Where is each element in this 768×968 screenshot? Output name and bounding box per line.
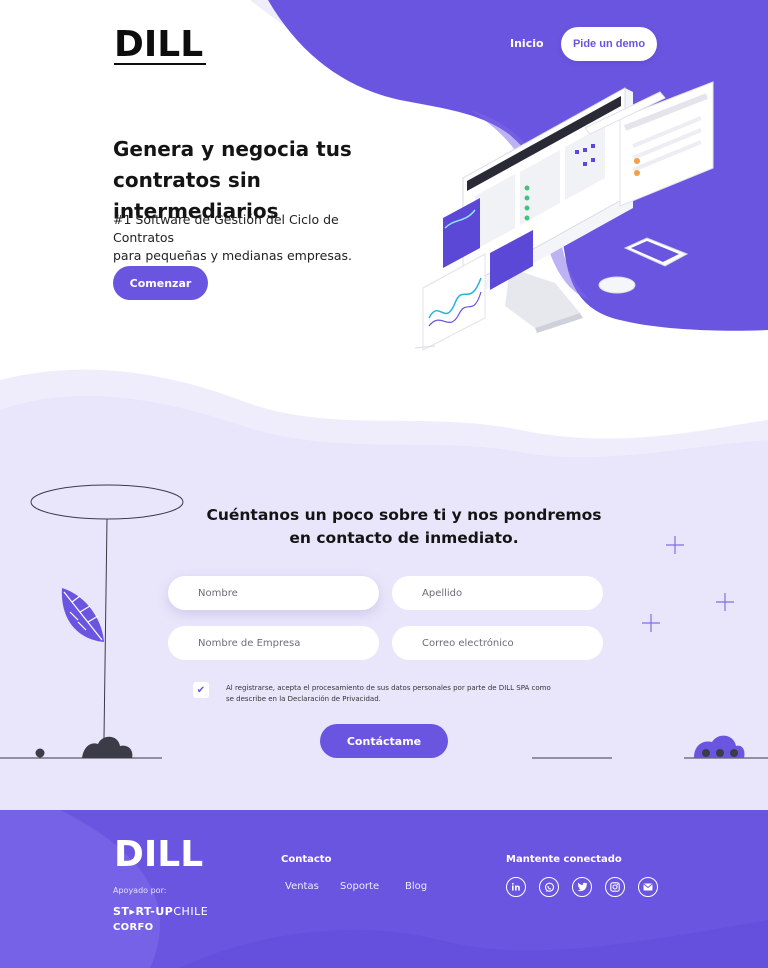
corfo-logo: CORFO <box>113 922 153 933</box>
footer-logo[interactable]: DILL <box>114 834 203 875</box>
consent-text-line1: Al registrarse, acepta el procesamiento … <box>226 684 551 692</box>
supported-by-label: Apoyado por: <box>113 886 167 895</box>
startup-chile-logo: ST▸RT-UPCHILE <box>113 905 208 918</box>
footer-link-blog[interactable]: Blog <box>405 881 427 892</box>
request-demo-button[interactable]: Pide un demo <box>561 27 657 61</box>
linkedin-icon[interactable] <box>506 877 526 897</box>
instagram-icon[interactable] <box>605 877 625 897</box>
email-icon[interactable] <box>638 877 658 897</box>
nav-link-inicio[interactable]: Inicio <box>510 37 544 50</box>
twitter-glyph <box>576 882 587 892</box>
contact-heading: Contacto <box>281 854 332 865</box>
footer: DILL Apoyado por: ST▸RT-UPCHILE CORFO Co… <box>0 810 768 968</box>
start-button[interactable]: Comenzar <box>113 266 208 300</box>
startup-chile-bold: ST▸RT-UP <box>113 905 174 918</box>
last-name-field[interactable] <box>392 576 603 610</box>
logo-underline <box>114 63 206 65</box>
email-field[interactable] <box>392 626 603 660</box>
consent-checkbox[interactable]: ✔ <box>193 682 209 698</box>
company-field[interactable] <box>168 626 379 660</box>
contact-title-line2: en contacto de inmediato. <box>289 529 519 547</box>
whatsapp-icon[interactable] <box>539 877 559 897</box>
product-illustration <box>415 81 714 351</box>
first-name-field[interactable] <box>168 576 379 610</box>
contact-section: Cuéntanos un poco sobre ti y nos pondrem… <box>0 340 768 812</box>
instagram-glyph <box>610 882 620 892</box>
logo[interactable]: DILL <box>114 24 203 65</box>
hero-subtitle: #1 Software de Gestión del Ciclo de Cont… <box>113 211 403 265</box>
startup-chile-light: CHILE <box>173 905 209 918</box>
consent-text: Al registrarse, acepta el procesamiento … <box>226 683 566 705</box>
linkedin-glyph <box>511 882 520 891</box>
contact-title: Cuéntanos un poco sobre ti y nos pondrem… <box>184 504 624 550</box>
contact-me-button[interactable]: Contáctame <box>320 724 448 758</box>
social-heading: Mantente conectado <box>506 854 622 865</box>
footer-link-ventas[interactable]: Ventas <box>285 881 319 892</box>
whatsapp-glyph <box>544 882 554 892</box>
footer-link-soporte[interactable]: Soporte <box>340 881 379 892</box>
hero-subtitle-line2: para pequeñas y medianas empresas. <box>113 248 352 263</box>
hero-subtitle-line1: #1 Software de Gestión del Ciclo de Cont… <box>113 212 339 245</box>
email-glyph <box>643 883 653 891</box>
twitter-icon[interactable] <box>572 877 592 897</box>
hero-title-line1: Genera y negocia tus <box>113 137 352 161</box>
contact-title-line1: Cuéntanos un poco sobre ti y nos pondrem… <box>206 506 602 524</box>
consent-text-line2: se describe en la Declaración de Privaci… <box>226 695 381 703</box>
check-icon: ✔ <box>196 684 206 696</box>
corfo-text: CORFO <box>113 922 154 933</box>
